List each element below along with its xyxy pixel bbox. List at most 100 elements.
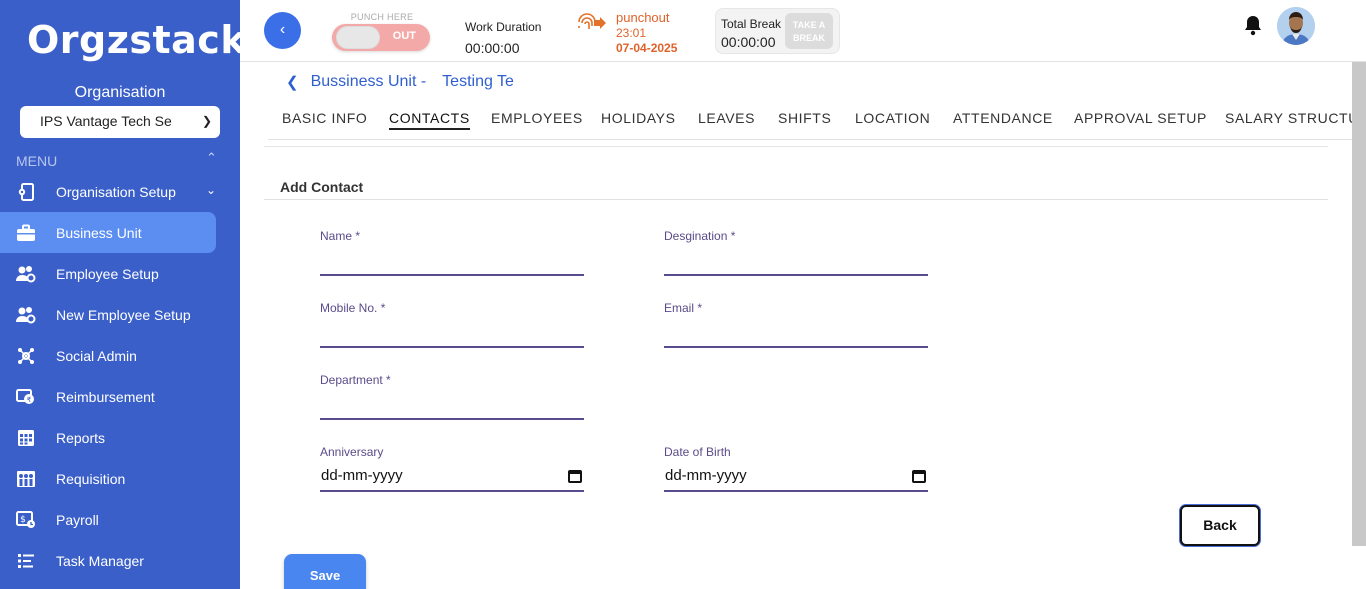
back-button[interactable]: Back: [1180, 505, 1260, 546]
punch-control: PUNCH HERE OUT: [332, 12, 432, 51]
users-gear-icon: [16, 264, 36, 284]
dob-field[interactable]: Date of Birth dd-mm-yyyy: [664, 445, 928, 495]
field-underline: [664, 274, 928, 276]
tab-attendance[interactable]: ATTENDANCE: [953, 110, 1053, 126]
name-label: Name *: [320, 229, 361, 243]
app-root: Orgzstack Organisation IPS Vantage Tech …: [0, 0, 1366, 589]
department-label: Department *: [320, 373, 391, 387]
tab-contacts[interactable]: CONTACTS: [389, 110, 470, 130]
chevron-down-icon: ⌄: [206, 183, 217, 197]
sidebar-item-reimbursement[interactable]: ₹ Reimbursement: [0, 376, 240, 417]
sidebar-item-label: Social Admin: [56, 347, 137, 364]
sidebar-item-label: Reimbursement: [56, 388, 155, 405]
sidebar-collapse-button[interactable]: ‹: [264, 12, 301, 49]
name-field[interactable]: Name *: [320, 229, 584, 279]
work-duration-value: 00:00:00: [465, 40, 520, 56]
total-break-label: Total Break: [721, 17, 782, 31]
take-break-line1: TAKE A: [792, 20, 826, 30]
anniversary-field[interactable]: Anniversary dd-mm-yyyy: [320, 445, 584, 495]
work-duration: Work Duration 00:00:00: [465, 20, 541, 56]
requisition-icon: [16, 469, 36, 489]
take-break-line2: BREAK: [792, 33, 825, 43]
sidebar-item-social-admin[interactable]: Social Admin: [0, 335, 240, 376]
breadcrumb-current: Testing Te: [442, 73, 514, 90]
anniversary-label: Anniversary: [320, 445, 384, 459]
tab-employees[interactable]: EMPLOYEES: [491, 110, 583, 126]
anniversary-input[interactable]: dd-mm-yyyy: [321, 467, 403, 484]
punchout-time: 23:01: [616, 26, 647, 40]
field-underline: [320, 490, 584, 492]
sidebar-item-new-employee-setup[interactable]: New Employee Setup: [0, 294, 240, 335]
tab-location[interactable]: LOCATION: [855, 110, 930, 126]
email-field[interactable]: Email *: [664, 301, 928, 351]
briefcase-icon: [16, 223, 36, 243]
mobile-field[interactable]: Mobile No. *: [320, 301, 584, 351]
calendar-icon[interactable]: [568, 470, 582, 483]
sidebar-item-label: Requisition: [56, 470, 126, 487]
sidebar-item-employee-setup[interactable]: Employee Setup: [0, 253, 240, 294]
sidebar-item-reports[interactable]: Reports: [0, 417, 240, 458]
sidebar-item-label: Organisation Setup: [56, 183, 176, 200]
page-scrollbar-thumb[interactable]: [1352, 62, 1366, 546]
sidebar-item-label: Reports: [56, 429, 106, 446]
work-duration-label: Work Duration: [465, 20, 542, 34]
topbar: ‹ PUNCH HERE OUT Work Duration 00:00:00 …: [240, 0, 1366, 62]
reimbursement-icon: ₹: [16, 387, 36, 407]
tab-approval-setup[interactable]: APPROVAL SETUP: [1074, 110, 1207, 126]
users-gear-icon: [16, 305, 36, 325]
tab-salary-structure[interactable]: SALARY STRUCTURE: [1225, 110, 1352, 126]
sidebar-item-label: Payroll: [56, 511, 99, 528]
dob-input[interactable]: dd-mm-yyyy: [665, 467, 747, 484]
designation-label: Desgination *: [664, 229, 736, 243]
sidebar-item-label: Business Unit: [56, 224, 142, 241]
tab-leaves[interactable]: LEAVES: [698, 110, 755, 126]
punch-label: PUNCH HERE: [350, 12, 414, 22]
sidebar: Orgzstack Organisation IPS Vantage Tech …: [0, 0, 246, 589]
svg-text:$: $: [20, 515, 26, 525]
total-break: Total Break 00:00:00 TAKE A BREAK: [715, 8, 840, 54]
card-title: Add Contact: [280, 179, 364, 195]
breadcrumb-parent[interactable]: Bussiness Unit -: [311, 73, 427, 91]
back-arrow-icon[interactable]: ❮: [286, 73, 299, 91]
chevron-up-icon[interactable]: ⌃: [206, 150, 217, 166]
punch-state: OUT: [392, 30, 416, 42]
tab-shifts[interactable]: SHIFTS: [778, 110, 831, 126]
menu-label: MENU: [16, 153, 58, 169]
dob-label: Date of Birth: [664, 445, 731, 459]
total-break-value: 00:00:00: [721, 34, 776, 50]
organisation-select[interactable]: IPS Vantage Tech Se ❯: [20, 106, 220, 138]
fingerprint-icon: [576, 10, 606, 36]
notification-bell-icon[interactable]: [1243, 14, 1263, 42]
sidebar-item-business-unit[interactable]: Business Unit: [0, 212, 216, 253]
calendar-grid-icon: [16, 428, 36, 448]
user-avatar[interactable]: [1277, 7, 1315, 45]
punchout-date: 07-04-2025: [616, 41, 678, 55]
field-underline: [664, 490, 928, 492]
sidebar-item-label: Task Manager: [56, 552, 144, 569]
sidebar-nav: Organisation Setup ⌄ Business Unit Emplo…: [0, 171, 240, 581]
organisation-label: Organisation: [74, 84, 166, 101]
last-punch: punchout 23:01 07-04-2025: [616, 10, 677, 55]
sidebar-item-organisation-setup[interactable]: Organisation Setup ⌄: [0, 171, 240, 212]
sidebar-item-payroll[interactable]: $ Payroll: [0, 499, 240, 540]
sidebar-item-label: Employee Setup: [56, 265, 159, 282]
sidebar-item-label: New Employee Setup: [56, 306, 191, 323]
sidebar-item-task-manager[interactable]: Task Manager: [0, 540, 240, 581]
chevron-down-icon: ❯: [201, 114, 212, 128]
email-label: Email *: [664, 301, 703, 315]
tab-holidays[interactable]: HOLIDAYS: [601, 110, 676, 126]
save-button[interactable]: Save: [284, 554, 366, 589]
breadcrumb: ❮ Bussiness Unit - Testing Te: [286, 73, 514, 91]
punch-toggle[interactable]: OUT: [332, 24, 430, 51]
task-list-icon: [16, 551, 36, 571]
tab-basic-info[interactable]: BASIC INFO: [282, 110, 367, 126]
svg-text:₹: ₹: [27, 396, 32, 404]
designation-field[interactable]: Desgination *: [664, 229, 928, 279]
take-break-button[interactable]: TAKE A BREAK: [785, 13, 833, 49]
field-underline: [320, 346, 584, 348]
divider: [264, 199, 1328, 200]
organisation-select-value: IPS Vantage Tech Se: [40, 113, 172, 129]
sidebar-item-requisition[interactable]: Requisition: [0, 458, 240, 499]
calendar-icon[interactable]: [912, 470, 926, 483]
department-field[interactable]: Department *: [320, 373, 584, 423]
